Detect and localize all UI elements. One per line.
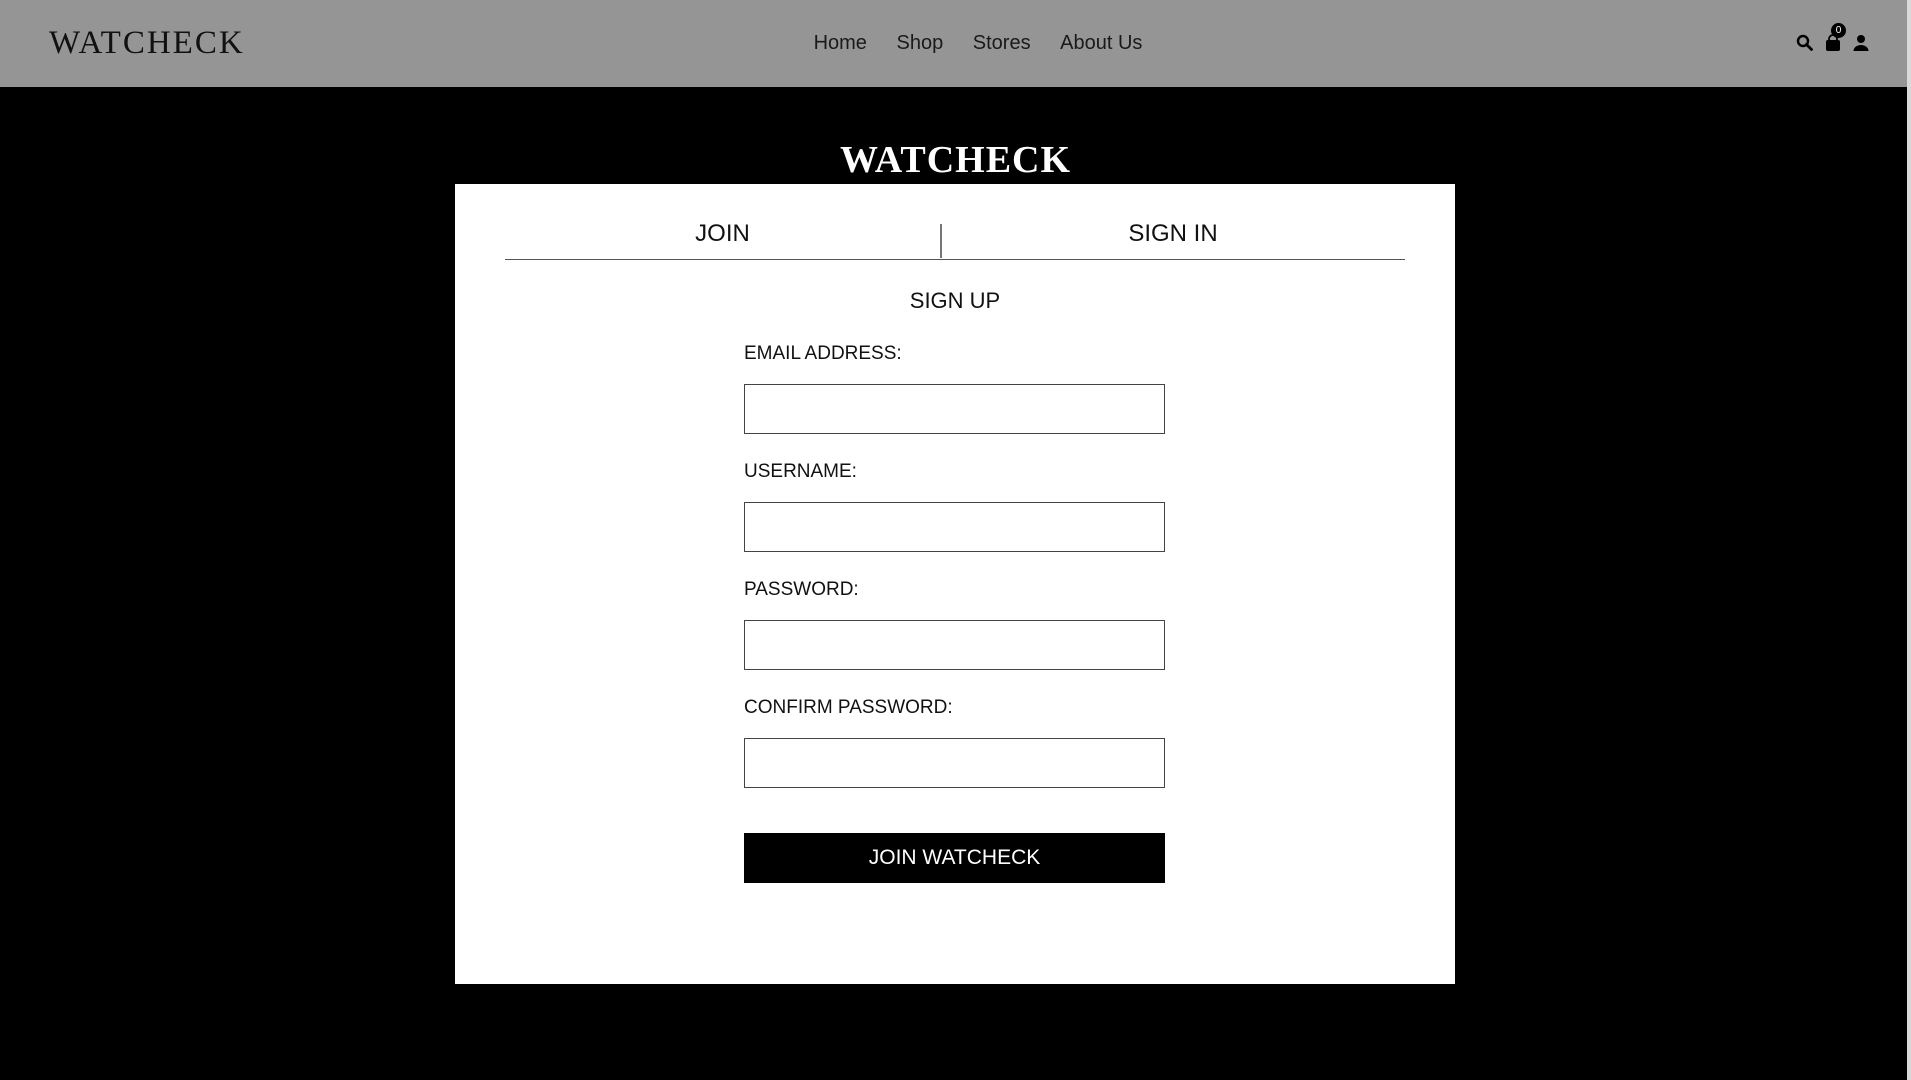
user-icon[interactable]: [1851, 33, 1871, 53]
auth-tabs: JOIN SIGN IN: [505, 204, 1405, 260]
email-field[interactable]: [744, 384, 1165, 434]
username-field[interactable]: [744, 502, 1165, 552]
cart-icon[interactable]: 0: [1823, 23, 1846, 53]
top-navbar: WATCHECK Home Shop Stores About Us 0: [0, 0, 1911, 87]
confirm-password-label: CONFIRM PASSWORD:: [744, 697, 953, 718]
email-label: EMAIL ADDRESS:: [744, 343, 902, 364]
nav-link-home[interactable]: Home: [814, 28, 867, 58]
join-watcheck-button[interactable]: JOIN WATCHECK: [744, 833, 1165, 883]
signup-form: EMAIL ADDRESS: USERNAME: PASSWORD: CONFI…: [744, 341, 1165, 883]
main-nav: Home Shop Stores About Us: [0, 28, 1911, 58]
username-label: USERNAME:: [744, 461, 857, 482]
password-label: PASSWORD:: [744, 579, 859, 600]
tab-sign-in[interactable]: SIGN IN: [942, 204, 1405, 259]
confirm-password-field[interactable]: [744, 738, 1165, 788]
nav-link-stores[interactable]: Stores: [973, 28, 1031, 58]
page-title: WATCHECK: [839, 139, 1072, 182]
password-field[interactable]: [744, 620, 1165, 670]
nav-link-shop[interactable]: Shop: [897, 28, 944, 58]
cart-count-badge: 0: [1831, 23, 1846, 38]
form-title: SIGN UP: [909, 288, 1001, 313]
search-icon[interactable]: [1795, 33, 1815, 53]
page: WATCHECK Home Shop Stores About Us 0 WAT…: [0, 0, 1911, 1080]
nav-icons: 0: [1787, 23, 1871, 54]
auth-card: JOIN SIGN IN SIGN UP EMAIL ADDRESS: USER…: [455, 184, 1455, 984]
scrollbar[interactable]: [1907, 0, 1911, 1080]
tab-join[interactable]: JOIN: [505, 204, 940, 259]
nav-link-about-us[interactable]: About Us: [1060, 28, 1142, 58]
